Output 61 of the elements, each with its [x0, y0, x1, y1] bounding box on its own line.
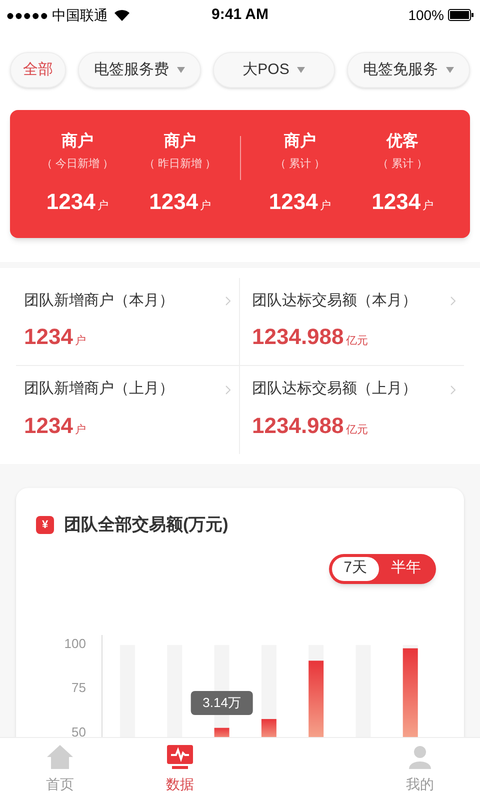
stat-item[interactable]: 团队达标交易额（上月） 1234.988 亿元 [240, 366, 464, 454]
stat-item[interactable]: 团队新增商户（上月） 1234 户 [16, 366, 240, 454]
summary-value: 1234 [46, 188, 96, 216]
summary-subtitle: （ 累计 ） [378, 157, 428, 172]
range-tab[interactable]: 半年 [379, 556, 433, 580]
yuan-icon: ¥ [36, 516, 54, 534]
stat-item[interactable]: 团队达标交易额（本月） 1234.988 亿元 [240, 278, 464, 366]
carrier-text: ●●●●● 中国联通 [6, 6, 108, 24]
chevron-right-icon [225, 296, 231, 306]
unit-label: 户 [200, 198, 212, 214]
summary-value: 1234 [372, 188, 421, 216]
stat-value: 1234.988 [252, 323, 344, 352]
dropdown-caret-icon [176, 67, 185, 73]
summary-title: 优客 [386, 131, 419, 152]
chevron-right-icon [225, 384, 231, 394]
stat-value: 1234 [24, 323, 73, 352]
summary-value: 1234 [268, 188, 318, 216]
dropdown-caret-icon [446, 67, 454, 73]
filter-chip[interactable]: 全部 [10, 52, 66, 88]
chevron-right-icon [450, 296, 456, 306]
battery-icon [448, 9, 474, 21]
y-axis-label: 100 [64, 636, 86, 650]
stat-value: 1234 [24, 412, 73, 440]
stat-item[interactable]: 团队新增商户（本月） 1234 户 [16, 278, 240, 366]
bar-track [402, 644, 418, 648]
user-icon [406, 744, 434, 770]
stat-label: 团队达标交易额（本月） [252, 290, 417, 311]
filter-chip[interactable]: 电签免服务 [347, 52, 470, 88]
summary-subtitle: （ 累计 ） [274, 157, 325, 172]
unit-label: 户 [74, 334, 86, 350]
tab-bar-item[interactable]: 数据 [120, 738, 240, 800]
clock-text: 9:41 AM [212, 4, 268, 25]
unit-label: 亿元 [346, 422, 368, 438]
filter-chip[interactable]: 大POS [212, 52, 336, 88]
dropdown-caret-icon [297, 67, 306, 73]
home-icon [46, 744, 74, 770]
range-tab[interactable]: 7天 [332, 556, 379, 580]
summary-subtitle: （ 今日新增 ） [41, 156, 114, 172]
summary-title: 商户 [284, 131, 316, 152]
unit-label: 户 [422, 198, 434, 214]
unit-label: 亿元 [346, 334, 368, 350]
monitor-pulse-icon [166, 744, 194, 770]
wifi-icon [114, 9, 130, 21]
unit-label: 户 [74, 422, 86, 438]
bar-tooltip: 3.14万 [190, 691, 253, 715]
battery-text: 100% [408, 6, 444, 24]
stat-label: 团队新增商户（上月） [24, 379, 174, 400]
unit-label: 户 [97, 198, 108, 214]
stat-value: 1234.988 [252, 412, 344, 440]
y-axis-label: 50 [72, 724, 86, 739]
chevron-right-icon [450, 384, 456, 394]
stat-label: 团队达标交易额（上月） [252, 379, 417, 400]
unit-label: 户 [320, 198, 331, 214]
summary-subtitle: （ 昨日新增 ） [144, 156, 216, 172]
filter-chip[interactable]: 电签服务费 [78, 52, 201, 88]
summary-title: 商户 [164, 131, 196, 152]
y-axis-label: 75 [72, 680, 86, 695]
chart-title: 团队全部交易额(万元) [64, 514, 228, 536]
summary-value: 1234 [149, 188, 198, 216]
stat-label: 团队新增商户（本月） [24, 290, 174, 311]
summary-title: 商户 [61, 131, 94, 152]
